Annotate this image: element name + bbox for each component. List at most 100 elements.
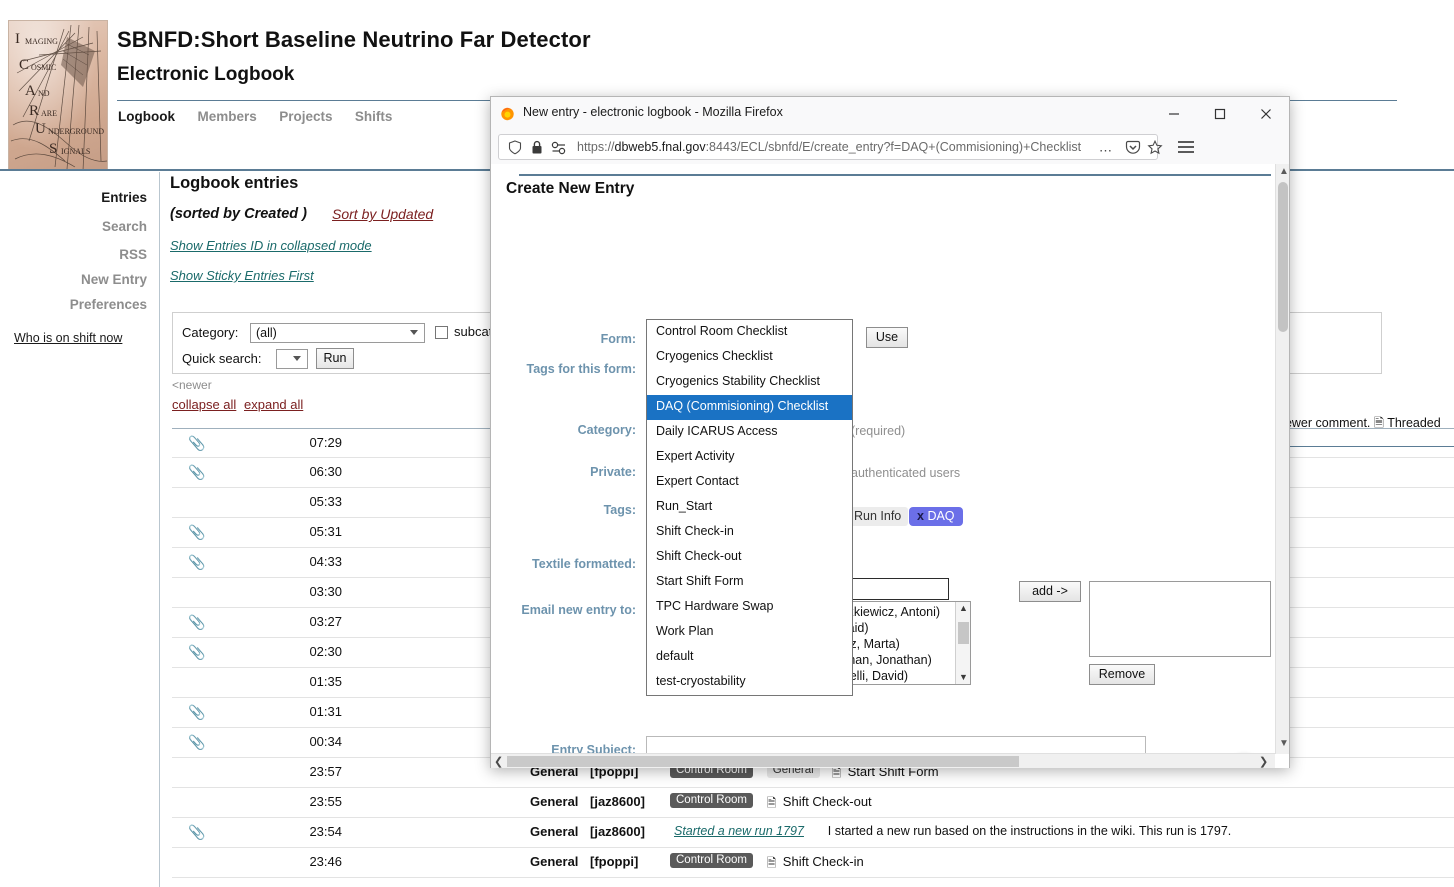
firefox-window-title: New entry - electronic logbook - Mozilla… <box>523 105 783 119</box>
firefox-titlebar[interactable]: New entry - electronic logbook - Mozilla… <box>491 97 1289 130</box>
entry-time: 23:46 <box>309 854 342 869</box>
scroll-down-icon[interactable]: ▼ <box>959 672 968 682</box>
close-button[interactable] <box>1243 97 1289 130</box>
quick-search-select[interactable] <box>276 349 308 369</box>
entry-time: 01:31 <box>309 704 342 719</box>
attachment-paperclip-icon[interactable]: 📎 <box>188 825 206 839</box>
hamburger-menu-icon[interactable] <box>1177 139 1195 160</box>
firefox-icon <box>500 106 515 121</box>
dropdown-option[interactable]: Cryogenics Checklist <box>647 345 852 370</box>
scrollbar-thumb[interactable] <box>507 756 1019 767</box>
form-document-icon: 🗎 <box>766 796 777 810</box>
dropdown-option[interactable]: TPC Hardware Swap <box>647 595 852 620</box>
scroll-up-icon[interactable]: ▲ <box>959 603 968 613</box>
dropdown-option[interactable]: Shift Check-out <box>647 545 852 570</box>
dropdown-option[interactable]: Daily ICARUS Access <box>647 420 852 445</box>
label-textile: Textile formatted: <box>532 557 636 571</box>
listbox-scrollbar[interactable]: ▲ ▼ <box>955 602 970 684</box>
attachment-paperclip-icon[interactable]: 📎 <box>188 645 206 659</box>
sidebar-item-search[interactable]: Search <box>102 219 147 234</box>
attachment-paperclip-icon[interactable]: 📎 <box>188 465 206 479</box>
show-sticky-link[interactable]: Show Sticky Entries First <box>170 268 314 283</box>
attachment-paperclip-icon[interactable]: 📎 <box>188 615 206 629</box>
dropdown-option[interactable]: Cryogenics Stability Checklist <box>647 370 852 395</box>
nav-item-projects[interactable]: Projects <box>279 109 332 124</box>
entry-tag[interactable]: Control Room <box>670 793 753 808</box>
entries-heading: Logbook entries <box>170 174 299 192</box>
shield-icon[interactable] <box>508 140 522 160</box>
dropdown-option[interactable]: Run_Start <box>647 495 852 520</box>
sidebar-item-preferences[interactable]: Preferences <box>70 297 147 312</box>
permissions-icon[interactable] <box>551 140 567 160</box>
bookmark-star-icon[interactable] <box>1147 139 1163 160</box>
address-bar[interactable]: https://dbweb5.fnal.gov:8443/ECL/sbnfd/E… <box>498 134 1163 160</box>
threaded-label: Threaded <box>1387 416 1441 430</box>
show-entry-ids-link[interactable]: Show Entries ID in collapsed mode <box>170 238 372 253</box>
add-button[interactable]: add -> <box>1019 581 1081 602</box>
sorted-by-label: (sorted by Created ) <box>170 206 307 222</box>
page-horizontal-scrollbar[interactable]: ❮ ❯ <box>491 753 1275 768</box>
sidebar-item-rss[interactable]: RSS <box>119 247 147 262</box>
scroll-left-icon[interactable]: ❮ <box>494 755 503 768</box>
nav-item-shifts[interactable]: Shifts <box>355 109 393 124</box>
pocket-icon[interactable] <box>1125 140 1141 160</box>
newer-label: <newer <box>172 378 212 392</box>
label-private: Private: <box>590 465 636 479</box>
table-row[interactable]: 23:55 General [jaz8600] Control Room 🗎 Shift … <box>172 788 1454 818</box>
tag-daq-remove-icon[interactable]: x <box>917 509 924 523</box>
address-bar-domain: dbweb5.fnal.gov <box>614 140 706 154</box>
sort-by-updated-link[interactable]: Sort by Updated <box>332 206 433 222</box>
use-button[interactable]: Use <box>866 327 908 348</box>
dropdown-option[interactable]: Control Room Checklist <box>647 320 852 345</box>
scroll-down-icon[interactable]: ▼ <box>1279 738 1289 749</box>
scroll-right-icon[interactable]: ❯ <box>1259 755 1268 768</box>
nav-item-members[interactable]: Members <box>197 109 256 124</box>
page-vertical-scrollbar[interactable]: ▲ ▼ <box>1275 164 1289 754</box>
dropdown-option[interactable]: Expert Activity <box>647 445 852 470</box>
attachment-paperclip-icon[interactable]: 📎 <box>188 436 206 450</box>
remove-button[interactable]: Remove <box>1089 664 1155 685</box>
table-row[interactable]: 23:46 General [fpoppi] Control Room 🗎 Shift C… <box>172 848 1454 878</box>
table-row[interactable]: 📎 23:54 General [jaz8600] Started a new run … <box>172 818 1454 848</box>
attachment-paperclip-icon[interactable]: 📎 <box>188 705 206 719</box>
attachment-paperclip-icon[interactable]: 📎 <box>188 555 206 569</box>
tag-daq[interactable]: x DAQ <box>909 507 963 526</box>
selected-recipients-box[interactable] <box>1089 581 1271 657</box>
category-label: Category: <box>182 325 239 340</box>
dropdown-option[interactable]: test-cryostability <box>647 670 852 695</box>
entry-tag[interactable]: Control Room <box>670 853 753 868</box>
subcategories-checkbox[interactable] <box>435 326 448 339</box>
entry-time: 23:55 <box>309 794 342 809</box>
expand-all-link[interactable]: expand all <box>244 397 303 412</box>
attachment-paperclip-icon[interactable]: 📎 <box>188 525 206 539</box>
who-on-shift-link[interactable]: Who is on shift now <box>14 331 122 345</box>
tag-daq-label: DAQ <box>927 509 955 523</box>
form-dropdown-popup[interactable]: Control Room Checklist Cryogenics Checkli… <box>646 319 853 696</box>
entry-link[interactable]: Started a new run 1797 <box>674 824 804 838</box>
sidebar-item-new-entry[interactable]: New Entry <box>81 272 147 287</box>
minimize-button[interactable] <box>1151 97 1197 130</box>
dropdown-option[interactable]: DAQ (Commisioning) Checklist <box>647 395 852 420</box>
maximize-button[interactable] <box>1197 97 1243 130</box>
tag-run-info[interactable]: Run Info <box>847 507 909 526</box>
nav-item-logbook[interactable]: Logbook <box>118 109 175 124</box>
scrollbar-thumb[interactable] <box>958 622 969 644</box>
collapse-all-link[interactable]: collapse all <box>172 397 236 412</box>
attachment-paperclip-icon[interactable]: 📎 <box>188 735 206 749</box>
page-actions-icon[interactable]: ⋯ <box>1099 143 1113 159</box>
entry-time: 23:57 <box>309 764 342 779</box>
scrollbar-thumb[interactable] <box>1278 182 1288 332</box>
scroll-up-icon[interactable]: ▲ <box>1279 166 1289 177</box>
sidebar-item-entries[interactable]: Entries <box>101 190 147 205</box>
dropdown-option[interactable]: Expert Contact <box>647 470 852 495</box>
dropdown-option[interactable]: Shift Check-in <box>647 520 852 545</box>
dropdown-option[interactable]: Work Plan <box>647 620 852 645</box>
label-email-new-entry: Email new entry to: <box>521 603 636 617</box>
quick-search-label: Quick search: <box>182 351 262 366</box>
dropdown-option[interactable]: default <box>647 645 852 670</box>
lock-icon[interactable] <box>531 140 543 160</box>
form-document-icon: 🗎 <box>766 856 777 870</box>
run-button[interactable]: Run <box>316 348 354 369</box>
category-select[interactable]: (all) <box>250 323 425 343</box>
dropdown-option[interactable]: Start Shift Form <box>647 570 852 595</box>
